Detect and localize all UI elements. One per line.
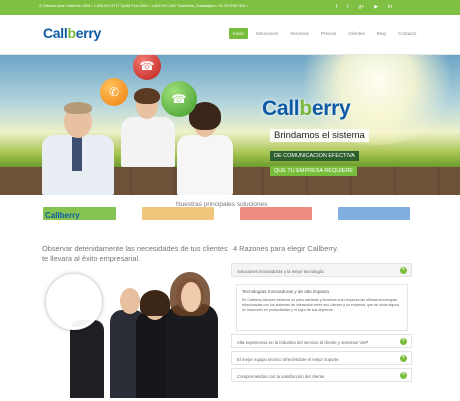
nav-clientes[interactable]: Clientes: [344, 28, 369, 39]
accordion-item-4-label: Comprometidos con la satisfacción del cl…: [237, 374, 325, 379]
accordion-item-2[interactable]: Alta experiencia en la Industria del ser…: [231, 334, 412, 348]
googleplus-icon[interactable]: g+: [359, 3, 365, 11]
hero-headline: Brindamos el sistema: [270, 129, 369, 142]
site-logo[interactable]: Callberry: [43, 25, 101, 41]
linkedin-icon[interactable]: in: [388, 3, 392, 11]
main-nav: Inicio Soluciones Servicios Precios Clie…: [229, 28, 420, 39]
right-heading: 4 Razones para elegir Callberry.: [233, 244, 339, 253]
accordion-panel: Tecnologías Innovadoras y de alto impact…: [236, 284, 408, 331]
hero-logo: Callberry: [262, 97, 351, 120]
site-header: Callberry Inicio Soluciones Servicios Pr…: [0, 15, 460, 55]
phone-bubble-green: ☎: [161, 81, 197, 117]
nav-blog[interactable]: Blog: [373, 28, 390, 39]
nav-inicio[interactable]: Inicio: [229, 28, 248, 39]
accordion-item-1-label: Soluciones innovadoras y la mejor tecnol…: [237, 269, 324, 274]
hero-subheadline: DE COMUNICACION EFECTIVA: [270, 151, 359, 161]
panel-title: Tecnologías Innovadoras y de alto impact…: [242, 289, 330, 294]
nav-contacto[interactable]: Contacto: [394, 28, 420, 39]
accordion-item-4[interactable]: Comprometidos con la satisfacción del cl…: [231, 368, 412, 382]
plus-icon[interactable]: +: [400, 355, 407, 362]
solution-card-4[interactable]: [338, 207, 410, 220]
plus-icon[interactable]: +: [400, 338, 407, 345]
nav-servicios[interactable]: Servicios: [286, 28, 313, 39]
twitter-icon[interactable]: t: [347, 3, 348, 11]
hero-banner: ☎ ✆ ☎: [0, 55, 460, 195]
nav-precios[interactable]: Precios: [317, 28, 340, 39]
phone-bubble-red: ☎: [133, 55, 161, 80]
accordion-item-3-label: El mejor equipo técnico ofreciéndote el …: [237, 357, 340, 362]
phone-bubble-orange: ✆: [100, 78, 128, 106]
agent-man: [38, 99, 118, 195]
solution-card-3[interactable]: [240, 207, 312, 220]
facebook-icon[interactable]: f: [336, 3, 337, 11]
hero-cta[interactable]: QUE TU EMPRESA REQUIERE: [270, 166, 358, 176]
contact-info: ✆ Oficinas Area California: 0001 • 1-800…: [39, 4, 248, 8]
top-contact-bar: ✆ Oficinas Area California: 0001 • 1-800…: [0, 0, 460, 15]
accordion-item-2-label: Alta experiencia en la Industria del ser…: [237, 340, 369, 345]
youtube-icon[interactable]: ▶: [374, 3, 378, 11]
social-links: f t g+ ▶ in: [336, 3, 392, 11]
plus-icon[interactable]: +: [400, 372, 407, 379]
solution-card-logo: Callberry: [45, 211, 80, 220]
nav-soluciones[interactable]: Soluciones: [252, 28, 282, 39]
accordion-item-1[interactable]: Soluciones innovadoras y la mejor tecnol…: [231, 263, 412, 277]
solution-card-2[interactable]: [142, 207, 214, 220]
accordion-item-3[interactable]: El mejor equipo técnico ofreciéndote el …: [231, 351, 412, 365]
magnifier-lens: [46, 274, 102, 330]
plus-icon[interactable]: +: [400, 267, 407, 274]
left-heading: Observar detenidamente las necesidades d…: [42, 244, 228, 263]
panel-body: En Callberry siempre estamos un paso ade…: [242, 298, 400, 312]
